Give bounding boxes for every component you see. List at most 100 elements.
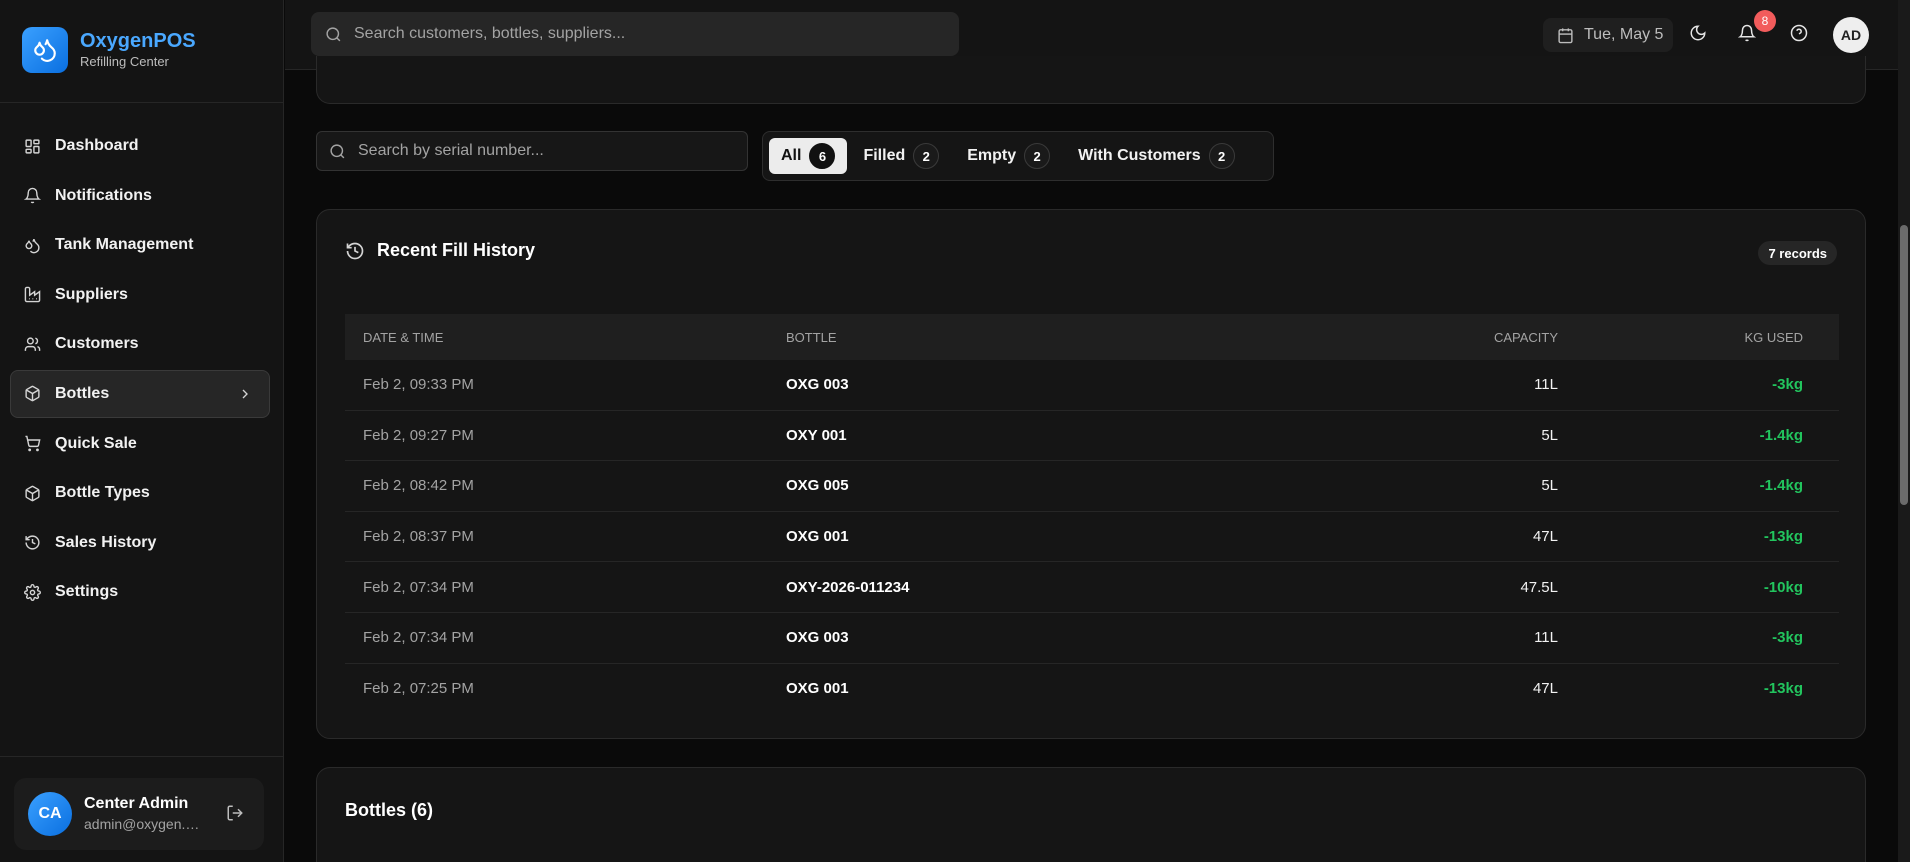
table-header: DATE & TIME BOTTLE CAPACITY KG USED <box>345 314 1839 360</box>
scrollbar-thumb[interactable] <box>1900 225 1908 505</box>
cell-bottle: OXY-2026-011234 <box>786 578 910 596</box>
cell-capacity: 47L <box>1532 680 1558 698</box>
fill-history-table: DATE & TIME BOTTLE CAPACITY KG USED Feb … <box>345 314 1839 714</box>
cell-capacity: 11L <box>1534 376 1558 394</box>
table-row[interactable]: Feb 2, 07:34 PM OXG 003 11L -3kg <box>345 613 1839 664</box>
moon-icon[interactable] <box>1689 24 1711 46</box>
cell-bottle: OXG 001 <box>786 528 849 546</box>
cell-capacity: 11L <box>1534 629 1558 647</box>
chevron-right-icon <box>237 386 253 402</box>
app-root: OxygenPOS Refilling Center Dashboard Not… <box>0 0 1910 862</box>
filter-label: With Customers <box>1078 147 1201 164</box>
sidebar-item-label: Sales History <box>55 533 157 551</box>
status-filter-tabs: All 6 Filled 2 Empty 2 With Customers 2 <box>762 131 1274 181</box>
sidebar-item-tank-management[interactable]: Tank Management <box>10 221 270 269</box>
filter-all[interactable]: All 6 <box>769 138 848 174</box>
cell-date: Feb 2, 07:25 PM <box>363 680 474 698</box>
sidebar: OxygenPOS Refilling Center Dashboard Not… <box>0 0 284 862</box>
droplets-logo-icon <box>22 27 68 73</box>
sidebar-item-dashboard[interactable]: Dashboard <box>10 122 270 170</box>
avatar[interactable]: AD <box>1833 17 1869 53</box>
sidebar-item-sales-history[interactable]: Sales History <box>10 519 270 567</box>
column-header-bottle[interactable]: BOTTLE <box>786 330 1286 345</box>
date-chip[interactable]: Tue, May 5 <box>1543 18 1673 52</box>
divider <box>0 756 284 757</box>
cart-icon <box>23 435 41 453</box>
sidebar-item-quick-sale[interactable]: Quick Sale <box>10 420 270 468</box>
section-title: Bottles (6) <box>345 800 434 820</box>
search-icon <box>325 26 342 43</box>
filter-count: 2 <box>1024 143 1051 169</box>
notification-badge: 8 <box>1754 10 1776 32</box>
sidebar-item-label: Dashboard <box>55 137 139 154</box>
users-icon <box>23 335 41 353</box>
search-icon <box>329 143 346 160</box>
bottles-card: Bottles (6) <box>316 767 1866 862</box>
cell-capacity: 5L <box>1541 426 1558 444</box>
logout-icon[interactable] <box>226 804 246 824</box>
filter-label: Empty <box>967 147 1017 164</box>
sidebar-item-bottles[interactable]: Bottles <box>10 369 270 418</box>
user-name: Center Admin <box>84 795 189 812</box>
user-card[interactable]: CA Center Admin admin@oxygen.c... <box>14 778 264 850</box>
cell-kg-used: -13kg <box>1763 680 1803 698</box>
filter-with-customers[interactable]: With Customers 2 <box>1066 138 1247 174</box>
cell-bottle: OXG 003 <box>786 376 849 394</box>
global-search-input[interactable] <box>354 25 914 43</box>
table-row[interactable]: Feb 2, 08:42 PM OXG 005 5L -1.4kg <box>345 461 1839 512</box>
grid-icon <box>23 137 41 155</box>
current-date: Tue, May 5 <box>1584 26 1664 43</box>
serial-search[interactable] <box>316 131 748 171</box>
cell-bottle: OXY 001 <box>786 426 847 444</box>
droplets-icon <box>23 236 41 254</box>
cell-kg-used: -13kg <box>1763 528 1803 546</box>
user-email: admin@oxygen.c... <box>84 816 204 832</box>
cell-date: Feb 2, 08:37 PM <box>363 528 474 546</box>
sidebar-item-label: Tank Management <box>55 236 194 254</box>
table-row[interactable]: Feb 2, 09:27 PM OXY 001 5L -1.4kg <box>345 411 1839 462</box>
package-icon <box>23 484 41 502</box>
records-badge: 7 records <box>1758 241 1837 265</box>
cell-kg-used: -1.4kg <box>1759 426 1803 444</box>
avatar: CA <box>28 792 72 836</box>
column-header-capacity[interactable]: CAPACITY <box>1286 330 1558 345</box>
sidebar-item-label: Settings <box>55 583 119 601</box>
column-header-kg-used[interactable]: KG USED <box>1558 330 1821 345</box>
factory-icon <box>23 286 41 304</box>
cell-kg-used: -3kg <box>1772 376 1803 394</box>
help-icon[interactable] <box>1790 24 1812 46</box>
filter-count: 6 <box>809 143 836 169</box>
cell-date: Feb 2, 07:34 PM <box>363 629 474 647</box>
sidebar-nav: Dashboard Notifications Tank Management … <box>10 122 270 618</box>
cell-bottle: OXG 003 <box>786 629 849 647</box>
global-search[interactable] <box>311 12 959 56</box>
sidebar-item-settings[interactable]: Settings <box>10 568 270 616</box>
table-row[interactable]: Feb 2, 08:37 PM OXG 001 47L -13kg <box>345 512 1839 563</box>
filter-label: Filled <box>863 147 906 164</box>
cell-bottle: OXG 005 <box>786 477 849 495</box>
filter-count: 2 <box>1208 143 1235 169</box>
filter-label: All <box>781 147 802 164</box>
brand[interactable]: OxygenPOS Refilling Center <box>22 27 196 73</box>
cell-capacity: 47.5L <box>1520 578 1558 596</box>
cell-date: Feb 2, 08:42 PM <box>363 477 474 495</box>
sidebar-item-label: Bottles <box>55 384 110 402</box>
serial-search-input[interactable] <box>358 142 738 160</box>
history-icon <box>345 241 365 261</box>
table-row[interactable]: Feb 2, 07:25 PM OXG 001 47L -13kg <box>345 664 1839 715</box>
sidebar-item-bottle-types[interactable]: Bottle Types <box>10 469 270 517</box>
page-scrollbar[interactable] <box>1898 0 1910 862</box>
package-icon <box>23 385 41 403</box>
filter-empty[interactable]: Empty 2 <box>955 138 1062 174</box>
sidebar-item-notifications[interactable]: Notifications <box>10 172 270 220</box>
filter-filled[interactable]: Filled 2 <box>851 138 951 174</box>
calendar-icon <box>1557 27 1574 44</box>
table-row[interactable]: Feb 2, 09:33 PM OXG 003 11L -3kg <box>345 360 1839 411</box>
column-header-date[interactable]: DATE & TIME <box>345 330 786 345</box>
sidebar-item-label: Notifications <box>55 186 152 204</box>
brand-subtitle: Refilling Center <box>80 54 169 69</box>
sidebar-item-customers[interactable]: Customers <box>10 320 270 368</box>
brand-name: OxygenPOS <box>80 30 196 52</box>
sidebar-item-suppliers[interactable]: Suppliers <box>10 271 270 319</box>
table-row[interactable]: Feb 2, 07:34 PM OXY-2026-011234 47.5L -1… <box>345 562 1839 613</box>
